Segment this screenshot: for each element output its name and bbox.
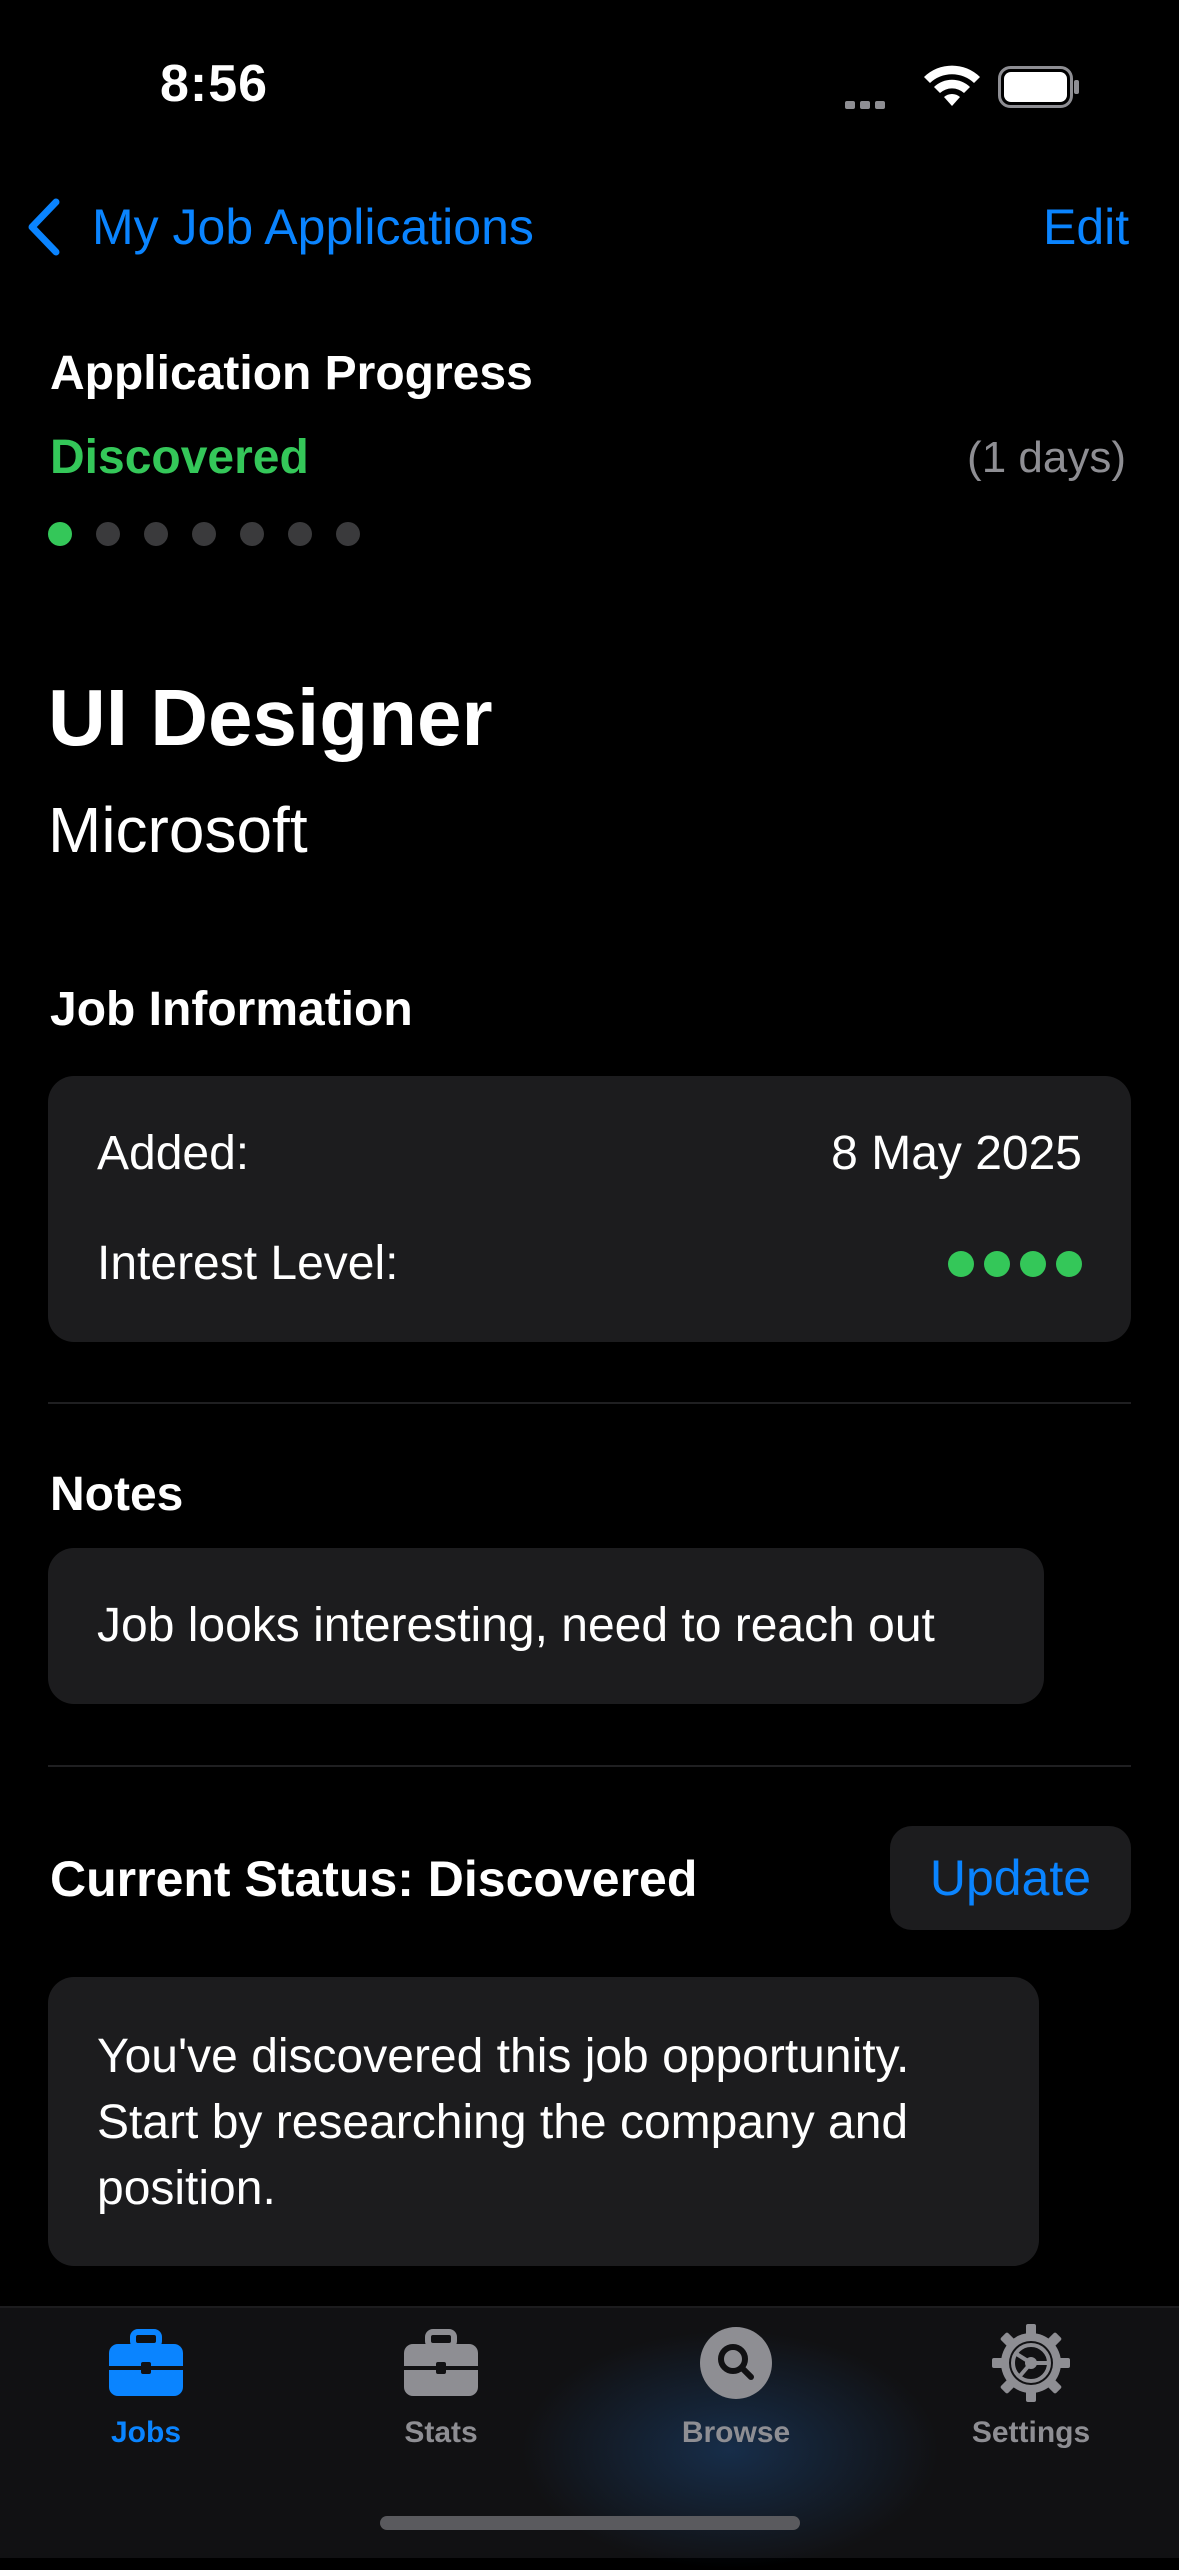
briefcase-icon xyxy=(109,2329,183,2396)
interest-level-indicator xyxy=(948,1251,1082,1277)
home-indicator xyxy=(380,2516,800,2530)
briefcase-icon xyxy=(404,2329,478,2396)
progress-dot xyxy=(48,522,72,546)
status-time: 8:56 xyxy=(160,55,269,113)
added-value: 8 May 2025 xyxy=(831,1127,1082,1180)
notes-text: Job looks interesting, need to reach out xyxy=(97,1599,935,1652)
interest-dot xyxy=(984,1251,1010,1277)
progress-dots xyxy=(48,522,360,548)
interest-dot xyxy=(1056,1251,1082,1277)
added-label: Added: xyxy=(97,1127,250,1180)
tab-settings[interactable]: Settings xyxy=(931,2320,1131,2470)
interest-dot xyxy=(1020,1251,1046,1277)
notes-heading: Notes xyxy=(50,1468,184,1521)
update-button[interactable]: Update xyxy=(890,1826,1131,1930)
gear-icon xyxy=(992,2324,1070,2402)
tab-label: Settings xyxy=(971,2416,1091,2449)
tab-stats[interactable]: Stats xyxy=(341,2320,541,2470)
progress-title: Application Progress xyxy=(50,347,533,400)
divider xyxy=(48,1765,1131,1767)
job-info-heading: Job Information xyxy=(50,983,413,1036)
wifi-icon xyxy=(924,65,980,106)
chevron-left-icon[interactable] xyxy=(24,196,64,258)
progress-dot xyxy=(288,522,312,546)
tab-jobs[interactable]: Jobs xyxy=(46,2320,246,2470)
job-title: UI Designer xyxy=(48,673,493,762)
tab-label: Jobs xyxy=(110,2416,182,2449)
cellular-signal-icon xyxy=(845,96,905,109)
tab-browse[interactable]: Browse xyxy=(636,2320,836,2470)
search-icon xyxy=(700,2327,772,2399)
progress-dot xyxy=(96,522,120,546)
tab-label: Browse xyxy=(681,2416,791,2449)
progress-dot xyxy=(240,522,264,546)
progress-dot xyxy=(144,522,168,546)
interest-label: Interest Level: xyxy=(97,1237,399,1290)
progress-days: (1 days) xyxy=(967,433,1126,482)
progress-stage: Discovered xyxy=(50,431,309,484)
current-status-title: Current Status: Discovered xyxy=(50,1851,698,1907)
tab-label: Stats xyxy=(404,2416,478,2449)
back-button[interactable]: My Job Applications xyxy=(92,196,534,258)
progress-dot xyxy=(192,522,216,546)
edit-button[interactable]: Edit xyxy=(1043,196,1129,258)
job-info-card xyxy=(48,1076,1131,1342)
progress-dot xyxy=(336,522,360,546)
company-name: Microsoft xyxy=(48,794,308,866)
interest-dot xyxy=(948,1251,974,1277)
divider xyxy=(48,1402,1131,1404)
battery-icon xyxy=(998,66,1079,108)
status-description: You've discovered this job opportunity. … xyxy=(97,2030,910,2215)
